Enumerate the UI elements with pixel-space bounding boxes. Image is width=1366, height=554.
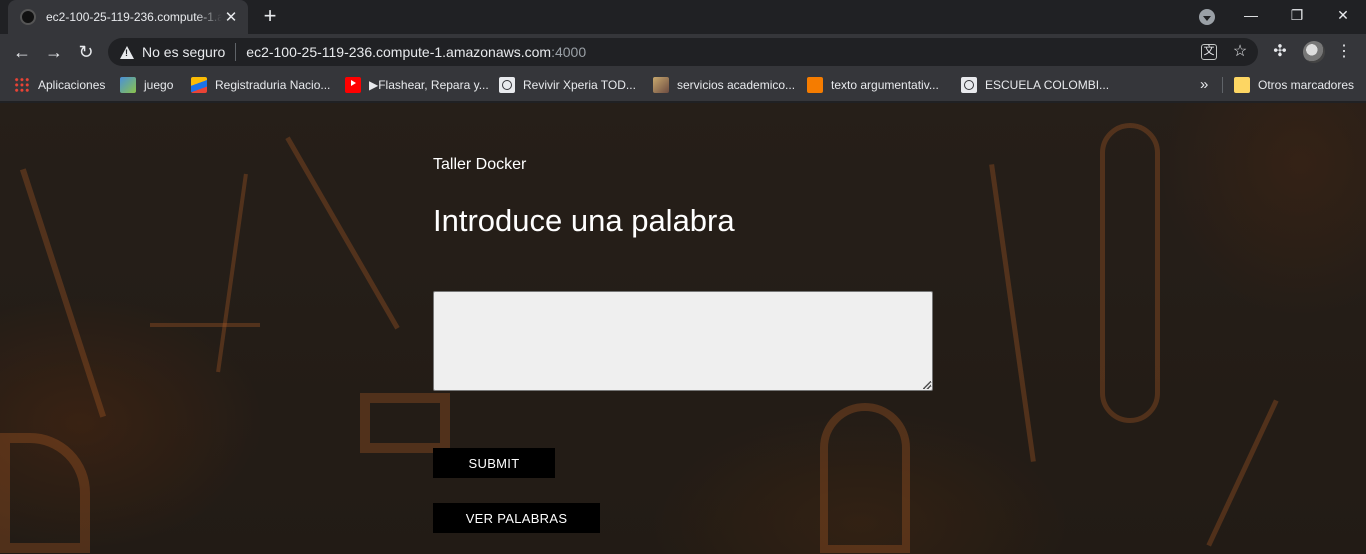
background-doodle (216, 173, 248, 373)
tab-title: ec2-100-25-119-236.compute-1.amazonaws.c… (46, 10, 222, 24)
url-host: ec2-100-25-119-236.compute-1.amazonaws.c… (246, 44, 552, 60)
close-window-button[interactable]: ✕ (1320, 0, 1366, 30)
close-tab-icon[interactable]: ✕ (222, 8, 240, 26)
bookmark-label: Registraduria Nacio... (215, 78, 331, 92)
translate-icon[interactable]: 文 (1201, 44, 1217, 60)
registraduria-icon (191, 77, 207, 93)
bookmark-label: Otros marcadores (1258, 78, 1355, 92)
background-doodle (1100, 123, 1160, 423)
address-divider (235, 43, 237, 61)
bookmark-aplicaciones[interactable]: Aplicaciones (14, 70, 105, 100)
page-title: Introduce una palabra (433, 203, 735, 238)
background-doodle (285, 136, 400, 330)
bookmark-revivir-xperia[interactable]: Revivir Xperia TOD... (499, 70, 636, 100)
address-bar[interactable]: No es seguro ec2-100-25-119-236.compute-… (108, 38, 1258, 66)
background-doodle (989, 164, 1036, 462)
site-favicon-icon (20, 9, 36, 25)
minimize-button[interactable]: — (1228, 0, 1274, 30)
bookmark-label: Aplicaciones (38, 78, 106, 92)
background-doodle (150, 323, 260, 327)
bookmark-star-icon[interactable]: ☆ (1228, 40, 1252, 64)
bookmark-escuela[interactable]: ESCUELA COLOMBI... (961, 70, 1109, 100)
resize-grip-icon[interactable] (923, 381, 931, 389)
bookmark-label: servicios academico... (677, 78, 796, 92)
profile-avatar[interactable] (1303, 41, 1325, 63)
site-subtitle: Taller Docker (433, 156, 527, 173)
background-doodle (360, 393, 450, 453)
folder-icon (1234, 77, 1250, 93)
servicios-icon (653, 77, 669, 93)
extensions-puzzle-icon[interactable]: ✣ (1268, 40, 1292, 64)
word-input[interactable] (433, 291, 933, 391)
browser-menu-icon[interactable]: ⋮ (1332, 40, 1356, 64)
browser-tab[interactable]: ec2-100-25-119-236.compute-1.amazonaws.c… (8, 0, 248, 34)
bookmark-flashear[interactable]: ▶Flashear, Repara y... (345, 70, 489, 100)
bookmark-juego[interactable]: juego (120, 70, 173, 100)
tab-search-icon[interactable] (1199, 9, 1215, 25)
apps-grid-icon (14, 77, 30, 93)
bookmark-label: ▶Flashear, Repara y... (369, 78, 489, 92)
other-bookmarks-folder[interactable]: Otros marcadores (1234, 70, 1354, 100)
warning-icon (120, 45, 134, 59)
back-arrow-icon[interactable]: ← (10, 40, 34, 64)
new-tab-button[interactable]: + (259, 5, 281, 27)
youtube-icon (345, 77, 361, 93)
tab-strip: ec2-100-25-119-236.compute-1.amazonaws.c… (0, 0, 1366, 34)
reload-icon[interactable]: ↻ (74, 40, 98, 64)
bookmark-label: texto argumentativ... (831, 78, 939, 92)
game-icon (120, 77, 136, 93)
globe-icon (499, 77, 515, 93)
background-doodle (1206, 399, 1279, 547)
bookmark-label: Revivir Xperia TOD... (523, 78, 636, 92)
bookmarks-overflow-button[interactable]: » (1200, 70, 1208, 100)
blogger-icon (807, 77, 823, 93)
bookmarks-divider (1222, 77, 1223, 93)
submit-button[interactable]: SUBMIT (433, 448, 555, 478)
bookmark-registraduria[interactable]: Registraduria Nacio... (191, 70, 330, 100)
security-status[interactable]: No es seguro (142, 44, 225, 60)
maximize-button[interactable]: ❐ (1274, 0, 1320, 30)
browser-toolbar: ← → ↻ No es seguro ec2-100-25-119-236.co… (0, 34, 1366, 70)
background-doodle (0, 433, 90, 553)
url-port: :4000 (551, 44, 587, 60)
page-viewport: Taller Docker Introduce una palabra SUBM… (0, 103, 1366, 554)
globe-icon (961, 77, 977, 93)
bookmark-label: ESCUELA COLOMBI... (985, 78, 1110, 92)
bookmark-label: juego (144, 78, 174, 92)
background-doodle (19, 168, 107, 418)
bookmark-servicios[interactable]: servicios academico... (653, 70, 795, 100)
bookmark-texto-argumentativo[interactable]: texto argumentativ... (807, 70, 939, 100)
ver-palabras-button[interactable]: VER PALABRAS (433, 503, 600, 533)
forward-arrow-icon[interactable]: → (42, 40, 66, 64)
bookmarks-bar: Aplicaciones juego Registraduria Nacio..… (0, 70, 1366, 102)
background-doodle (820, 403, 910, 553)
